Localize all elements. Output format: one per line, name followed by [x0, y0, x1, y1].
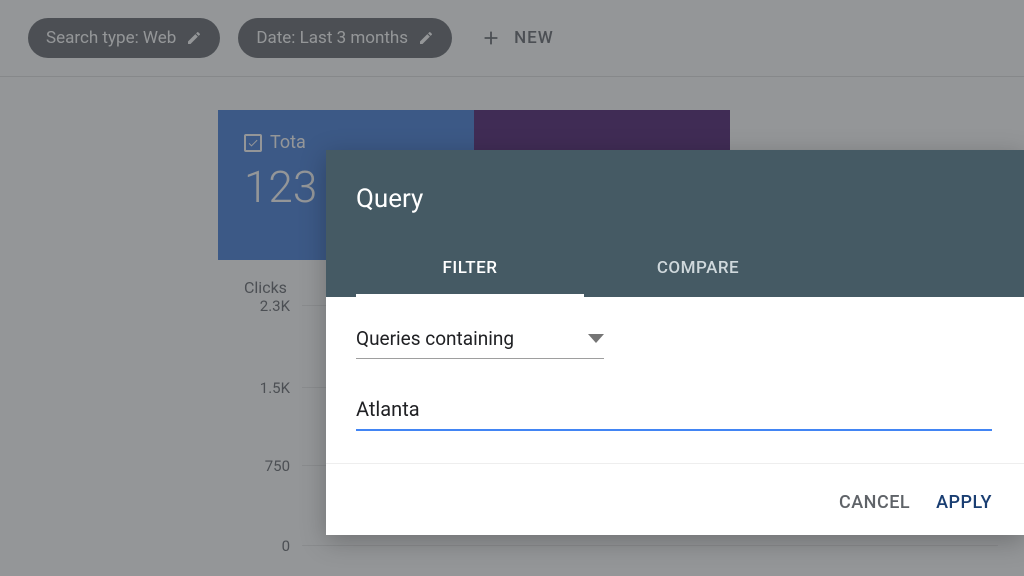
dialog-title: Query: [356, 184, 994, 214]
select-label: Queries containing: [356, 327, 564, 350]
query-input[interactable]: [356, 393, 992, 431]
query-filter-dialog: Query FILTER COMPARE Queries containing …: [326, 150, 1024, 535]
tab-filter[interactable]: FILTER: [356, 244, 584, 297]
cancel-button[interactable]: CANCEL: [839, 492, 910, 513]
dialog-tabs: FILTER COMPARE: [356, 244, 994, 297]
dialog-body: Queries containing: [326, 297, 1024, 439]
tab-compare[interactable]: COMPARE: [584, 244, 812, 297]
apply-button[interactable]: APPLY: [936, 492, 992, 513]
filter-type-select[interactable]: Queries containing: [356, 321, 604, 359]
chevron-down-icon: [588, 334, 604, 343]
dialog-header: Query FILTER COMPARE: [326, 150, 1024, 297]
dialog-actions: CANCEL APPLY: [326, 463, 1024, 535]
